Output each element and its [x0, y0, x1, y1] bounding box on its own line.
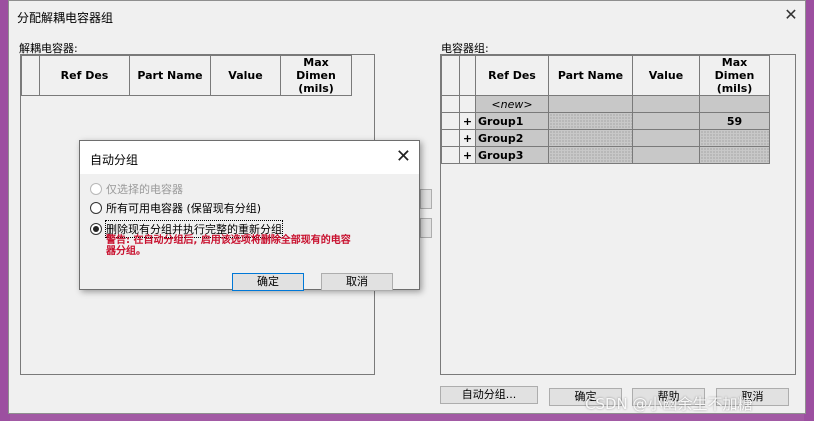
- close-icon[interactable]: ✕: [781, 5, 801, 25]
- move-right-button[interactable]: [420, 189, 432, 209]
- table-row[interactable]: <new>: [441, 95, 770, 113]
- radio-delete-and-regroup[interactable]: [90, 223, 102, 235]
- cell-value[interactable]: [632, 95, 700, 113]
- row-selector[interactable]: [441, 129, 460, 147]
- auto-group-titlebar: 自动分组 ✕: [80, 141, 419, 174]
- cell-value[interactable]: [632, 129, 700, 147]
- move-left-button[interactable]: [420, 218, 432, 238]
- cell-part-name[interactable]: [548, 129, 633, 147]
- auto-group-ok-button[interactable]: 确定: [232, 273, 304, 291]
- radio-selected-caps-only[interactable]: [90, 183, 102, 195]
- option-all-available-caps[interactable]: 所有可用电容器 (保留现有分组): [90, 200, 261, 216]
- warning-text: 警告: 在自动分组后, 启用该选项将删除全部现有的电容器分组。: [106, 235, 351, 257]
- row-selector[interactable]: [441, 112, 460, 130]
- option-label: 所有可用电容器 (保留现有分组): [106, 202, 262, 215]
- cell-ref-des[interactable]: Group2: [475, 129, 549, 147]
- table-header-row: Ref Des Part Name Value Max Dimen (mils): [21, 55, 352, 96]
- cell-value[interactable]: [632, 146, 700, 164]
- cap-groups-table: Ref Des Part Name Value Max Dimen (mils)…: [441, 55, 770, 164]
- auto-group-title: 自动分组: [90, 153, 139, 167]
- expand-icon[interactable]: +: [459, 146, 476, 164]
- cell-ref-des[interactable]: Group3: [475, 146, 549, 164]
- table-row[interactable]: + Group3: [441, 146, 770, 164]
- watermark: CSDN @小幽余生不加糖: [585, 395, 753, 413]
- column-header-select[interactable]: [21, 55, 40, 96]
- auto-group-button[interactable]: 自动分组...: [440, 386, 538, 404]
- cap-groups-grid[interactable]: Ref Des Part Name Value Max Dimen (mils)…: [440, 54, 796, 375]
- expand-icon[interactable]: +: [459, 129, 476, 147]
- close-icon[interactable]: ✕: [396, 146, 411, 168]
- column-header-ref-des[interactable]: Ref Des: [39, 55, 130, 96]
- cell-max-dimen[interactable]: [699, 146, 770, 164]
- cell-max-dimen[interactable]: [699, 129, 770, 147]
- decoupling-caps-table: Ref Des Part Name Value Max Dimen (mils): [21, 55, 352, 96]
- cell-part-name[interactable]: [548, 95, 633, 113]
- table-header-row: Ref Des Part Name Value Max Dimen (mils): [441, 55, 770, 96]
- table-row[interactable]: + Group2: [441, 129, 770, 147]
- cell-ref-des[interactable]: <new>: [475, 95, 549, 113]
- cell-part-name[interactable]: [548, 146, 633, 164]
- column-header-part-name[interactable]: Part Name: [548, 55, 633, 96]
- column-header-value[interactable]: Value: [210, 55, 281, 96]
- row-expander: [459, 95, 476, 113]
- auto-group-dialog: 自动分组 ✕ 仅选择的电容器 所有可用电容器 (保留现有分组) 删除现有分组并执…: [79, 140, 420, 291]
- column-header-value[interactable]: Value: [632, 55, 700, 96]
- column-header-part-name[interactable]: Part Name: [129, 55, 211, 96]
- dialog-title: 分配解耦电容器组: [17, 11, 114, 25]
- column-header-select[interactable]: [441, 55, 460, 96]
- auto-group-cancel-button[interactable]: 取消: [321, 273, 393, 291]
- cell-ref-des[interactable]: Group1: [475, 112, 549, 130]
- cell-max-dimen[interactable]: [699, 95, 770, 113]
- option-label: 仅选择的电容器: [106, 183, 183, 196]
- radio-all-available-caps[interactable]: [90, 202, 102, 214]
- column-header-expand[interactable]: [459, 55, 476, 96]
- option-selected-caps-only[interactable]: 仅选择的电容器: [90, 181, 183, 197]
- cell-part-name[interactable]: [548, 112, 633, 130]
- column-header-max-dimen[interactable]: Max Dimen (mils): [280, 55, 352, 96]
- row-selector[interactable]: [441, 95, 460, 113]
- cell-max-dimen[interactable]: 59: [699, 112, 770, 130]
- table-row[interactable]: + Group1 59: [441, 112, 770, 130]
- row-selector[interactable]: [441, 146, 460, 164]
- cell-value[interactable]: [632, 112, 700, 130]
- column-header-ref-des[interactable]: Ref Des: [475, 55, 549, 96]
- column-header-max-dimen[interactable]: Max Dimen (mils): [699, 55, 770, 96]
- expand-icon[interactable]: +: [459, 112, 476, 130]
